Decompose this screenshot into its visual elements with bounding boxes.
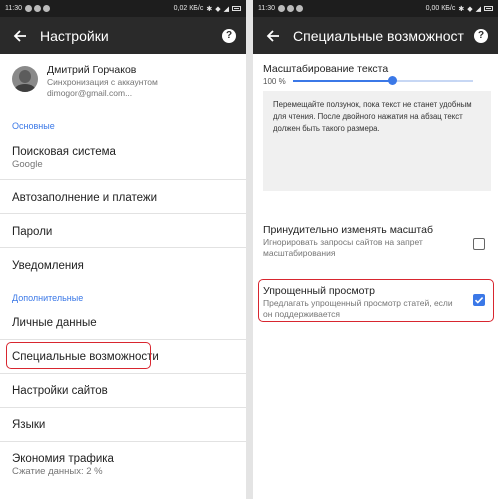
settings-item-autofill[interactable]: Автозаполнение и платежи <box>0 180 246 214</box>
help-icon: ? <box>222 28 236 43</box>
force-zoom-checkbox[interactable] <box>473 238 485 250</box>
settings-item-search-engine[interactable]: Поисковая система Google <box>0 140 246 180</box>
arrow-back-icon <box>13 29 26 42</box>
force-zoom-item[interactable]: Принудительно изменять масштаб Игнориров… <box>263 224 488 259</box>
item-title: Экономия трафика <box>12 453 114 465</box>
item-title: Настройки сайтов <box>12 385 108 397</box>
wifi-icon: ◆ <box>467 5 473 13</box>
signal-icon: ◢ <box>475 5 481 13</box>
checkmark-icon <box>474 297 484 304</box>
account-name: Дмитрий Горчаков <box>47 64 137 76</box>
simplified-view-checkbox[interactable] <box>473 294 485 306</box>
back-button[interactable] <box>253 17 293 54</box>
item-subtitle: Сжатие данных: 2 % <box>12 466 103 477</box>
avatar <box>12 66 38 92</box>
text-scaling-label: Масштабирование текста <box>263 63 389 75</box>
app-bar: Специальные возможности ? <box>253 17 498 54</box>
item-title: Принудительно изменять масштаб <box>263 224 433 236</box>
notification-icon <box>296 5 303 12</box>
settings-item-languages[interactable]: Языки <box>0 408 246 442</box>
status-time: 11:30 <box>5 5 22 12</box>
account-email: dimogor@gmail.com... <box>47 88 133 98</box>
accessibility-screen: 11:30 0,00 КБ/с ✱ ◆ ◢ Специальные возмож… <box>253 0 498 499</box>
settings-item-data-saver[interactable]: Экономия трафика Сжатие данных: 2 % <box>0 442 246 486</box>
item-subtitle: Google <box>12 159 43 170</box>
arrow-back-icon <box>266 29 279 42</box>
bluetooth-icon: ✱ <box>206 5 213 13</box>
wifi-icon: ◆ <box>215 5 221 13</box>
item-title: Уведомления <box>12 260 84 272</box>
notification-icon <box>25 5 32 12</box>
network-speed: 0,00 КБ/с <box>425 5 456 12</box>
network-speed: 0,02 КБ/с <box>173 5 204 12</box>
notification-icon <box>34 5 41 12</box>
item-title: Личные данные <box>12 317 97 329</box>
section-advanced: Дополнительные <box>12 293 84 303</box>
item-subtitle: Игнорировать запросы сайтов на запрет ма… <box>263 237 423 258</box>
item-title: Языки <box>12 419 46 431</box>
status-time: 11:30 <box>258 5 275 12</box>
settings-item-passwords[interactable]: Пароли <box>0 214 246 248</box>
section-basic: Основные <box>12 121 55 131</box>
text-scaling-slider[interactable] <box>293 76 473 85</box>
item-title: Поисковая система <box>12 146 116 158</box>
notification-icon <box>278 5 285 12</box>
settings-screen: 11:30 0,02 КБ/с ✱ ◆ ◢ Настройки ? Дмитри… <box>0 0 246 499</box>
simplified-view-item[interactable]: Упрощенный просмотр Предлагать упрощенны… <box>263 285 488 320</box>
battery-icon <box>232 6 241 11</box>
text-preview: Перемещайте ползунок, пока текст не стан… <box>263 91 491 191</box>
status-bar: 11:30 0,00 КБ/с ✱ ◆ ◢ <box>253 0 498 17</box>
page-title: Специальные возможности <box>293 27 464 44</box>
notification-icon <box>287 5 294 12</box>
accessibility-highlight <box>6 342 151 369</box>
slider-thumb[interactable] <box>388 76 397 85</box>
bluetooth-icon: ✱ <box>458 5 465 13</box>
battery-icon <box>484 6 493 11</box>
settings-item-notifications[interactable]: Уведомления <box>0 248 246 282</box>
settings-item-personal-data[interactable]: Личные данные <box>0 306 246 340</box>
account-item[interactable]: Дмитрий Горчаков Синхронизация с аккаунт… <box>0 54 246 109</box>
status-bar: 11:30 0,02 КБ/с ✱ ◆ ◢ <box>0 0 246 17</box>
panel-divider <box>246 0 253 499</box>
notification-icon <box>43 5 50 12</box>
back-button[interactable] <box>0 17 40 54</box>
item-title: Автозаполнение и платежи <box>12 192 158 204</box>
account-sync-text: Синхронизация с аккаунтом <box>47 77 158 87</box>
help-icon: ? <box>474 28 488 43</box>
help-button[interactable]: ? <box>464 17 498 54</box>
page-title: Настройки <box>40 27 109 44</box>
signal-icon: ◢ <box>223 5 229 13</box>
item-title: Упрощенный просмотр <box>263 285 375 297</box>
settings-item-site-settings[interactable]: Настройки сайтов <box>0 374 246 408</box>
item-subtitle: Предлагать упрощенный просмотр статей, е… <box>263 298 453 319</box>
slider-fill <box>293 80 392 82</box>
item-title: Пароли <box>12 226 53 238</box>
text-scaling-percent: 100 % <box>263 77 286 86</box>
help-button[interactable]: ? <box>212 17 246 54</box>
app-bar: Настройки ? <box>0 17 246 54</box>
